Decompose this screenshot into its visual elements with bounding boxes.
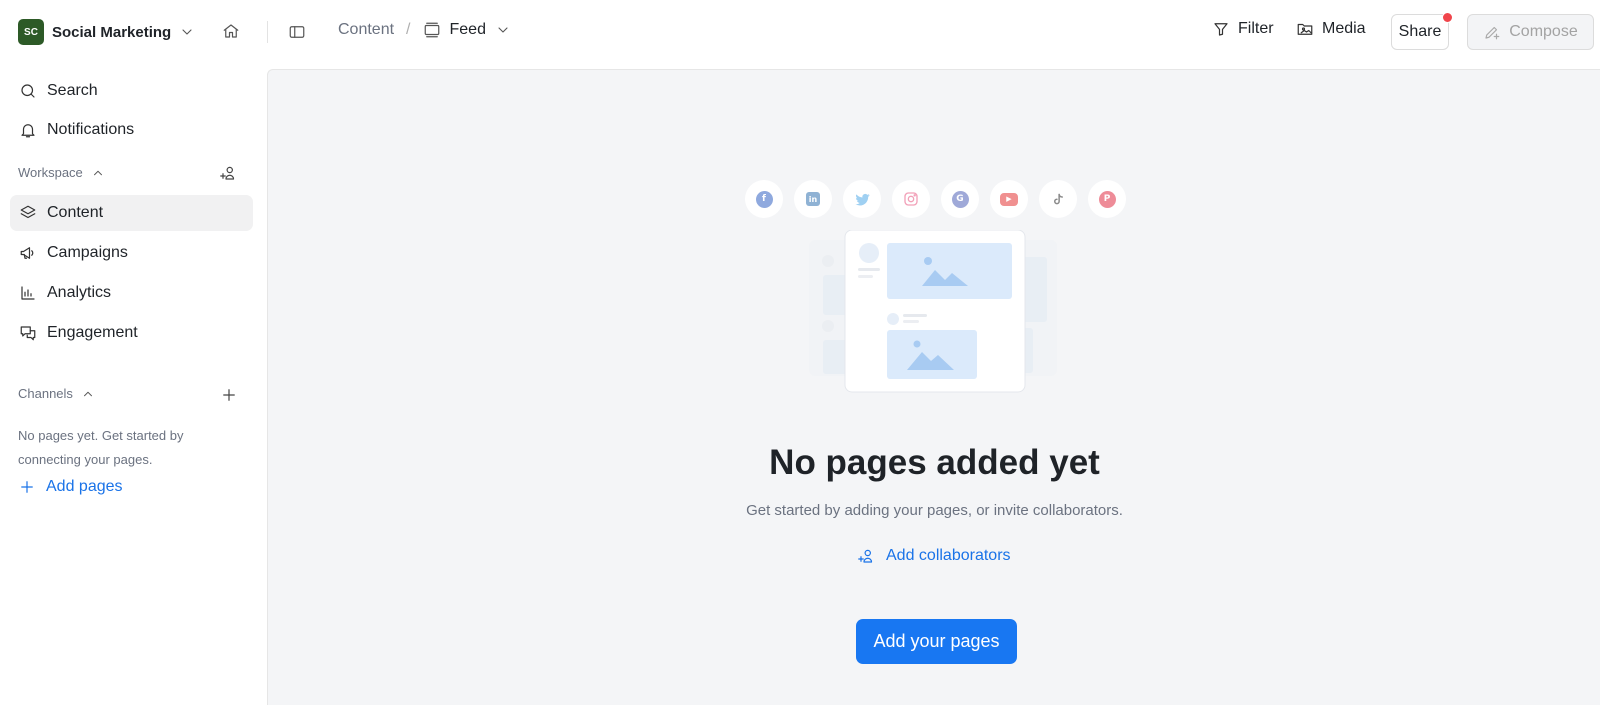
view-switcher[interactable]: Feed	[423, 21, 511, 39]
add-collaborators-link[interactable]: Add collaborators	[858, 547, 1011, 565]
chevron-down-icon	[182, 29, 192, 35]
chat-bubbles-icon	[20, 326, 36, 341]
add-pages-link[interactable]: Add pages	[18, 478, 123, 496]
empty-state-title: No pages added yet	[769, 443, 1100, 482]
linkedin-icon: in	[794, 180, 832, 218]
sidebar-item-engagement[interactable]: Engagement	[10, 315, 253, 351]
add-pages-label: Add pages	[46, 478, 123, 495]
media-button[interactable]: Media	[1296, 20, 1366, 38]
share-button[interactable]: Share	[1391, 14, 1449, 50]
add-collaborators-label: Add collaborators	[886, 547, 1011, 564]
filter-label: Filter	[1238, 20, 1274, 37]
sidebar-item-search[interactable]: Search	[10, 73, 253, 109]
sidebar-item-notifications[interactable]: Notifications	[10, 112, 253, 148]
compose-button[interactable]: Compose	[1467, 14, 1594, 50]
pinterest-icon: P	[1088, 180, 1126, 218]
user-plus-icon	[858, 549, 873, 563]
sidebar-panel-icon	[289, 26, 305, 38]
chevron-up-icon	[93, 170, 102, 175]
share-label: Share	[1398, 23, 1442, 40]
search-icon	[21, 84, 35, 98]
tiktok-icon	[1039, 180, 1077, 218]
sidebar-item-content[interactable]: Content	[10, 195, 253, 231]
sidebar-item-label: Notifications	[47, 121, 135, 138]
chevron-down-icon	[498, 27, 508, 33]
sidebar-item-label: Search	[47, 82, 98, 99]
notification-dot	[1442, 12, 1453, 23]
youtube-icon: ▶	[990, 180, 1028, 218]
sidebar: Search Notifications Workspace Content C…	[0, 66, 267, 705]
empty-state-subtitle: Get started by adding your pages, or inv…	[746, 502, 1123, 519]
empty-feed-illustration	[809, 230, 1057, 393]
section-label: Channels	[18, 386, 73, 401]
channels-section-toggle[interactable]: Channels	[18, 386, 95, 401]
workspace-logo: SC	[18, 19, 44, 45]
bar-chart-icon	[21, 286, 35, 300]
megaphone-icon	[20, 247, 34, 259]
breadcrumb-separator: /	[406, 21, 411, 38]
top-bar: SC Social Marketing Content / Feed Filte…	[0, 0, 1600, 66]
bell-icon	[21, 124, 35, 138]
pencil-plus-icon	[1485, 26, 1500, 40]
facebook-icon: f	[745, 180, 783, 218]
sidebar-item-label: Campaigns	[47, 244, 128, 261]
sidebar-toggle-button[interactable]	[288, 23, 306, 41]
workspace-section-toggle[interactable]: Workspace	[18, 165, 105, 180]
sidebar-item-label: Engagement	[47, 324, 138, 341]
home-icon	[223, 24, 239, 38]
instagram-icon	[892, 180, 930, 218]
invite-member-button[interactable]	[220, 164, 238, 182]
user-plus-icon	[220, 166, 235, 180]
sidebar-item-analytics[interactable]: Analytics	[10, 275, 253, 311]
add-channel-button[interactable]	[220, 386, 238, 404]
divider	[267, 21, 268, 43]
plus-icon	[223, 389, 235, 401]
workspace-switcher[interactable]: SC Social Marketing	[18, 19, 195, 45]
sidebar-item-label: Content	[47, 204, 104, 221]
sidebar-item-label: Analytics	[47, 284, 112, 301]
main-content: f in G ▶ P No pages added yet Get starte…	[267, 69, 1600, 705]
filter-icon	[1214, 23, 1228, 36]
google-icon: G	[941, 180, 979, 218]
layers-icon	[20, 205, 36, 219]
channels-empty-text: No pages yet. Get started by connecting …	[18, 428, 184, 467]
twitter-icon	[843, 180, 881, 218]
filter-button[interactable]: Filter	[1212, 20, 1274, 38]
breadcrumb-content[interactable]: Content	[338, 21, 394, 39]
home-button[interactable]	[222, 22, 240, 40]
section-label: Workspace	[18, 165, 83, 180]
sidebar-item-campaigns[interactable]: Campaigns	[10, 235, 253, 271]
add-your-pages-button[interactable]: Add your pages	[856, 619, 1017, 664]
chevron-up-icon	[83, 391, 92, 396]
breadcrumb: Content / Feed	[338, 21, 511, 39]
compose-label: Compose	[1509, 23, 1578, 40]
media-folder-icon	[1297, 23, 1313, 35]
media-label: Media	[1322, 20, 1366, 37]
plus-icon	[21, 481, 33, 493]
workspace-name: Social Marketing	[52, 23, 172, 41]
breadcrumb-feed: Feed	[449, 21, 486, 38]
social-network-icons: f in G ▶ P	[745, 180, 1126, 218]
feed-view-icon	[424, 22, 439, 38]
